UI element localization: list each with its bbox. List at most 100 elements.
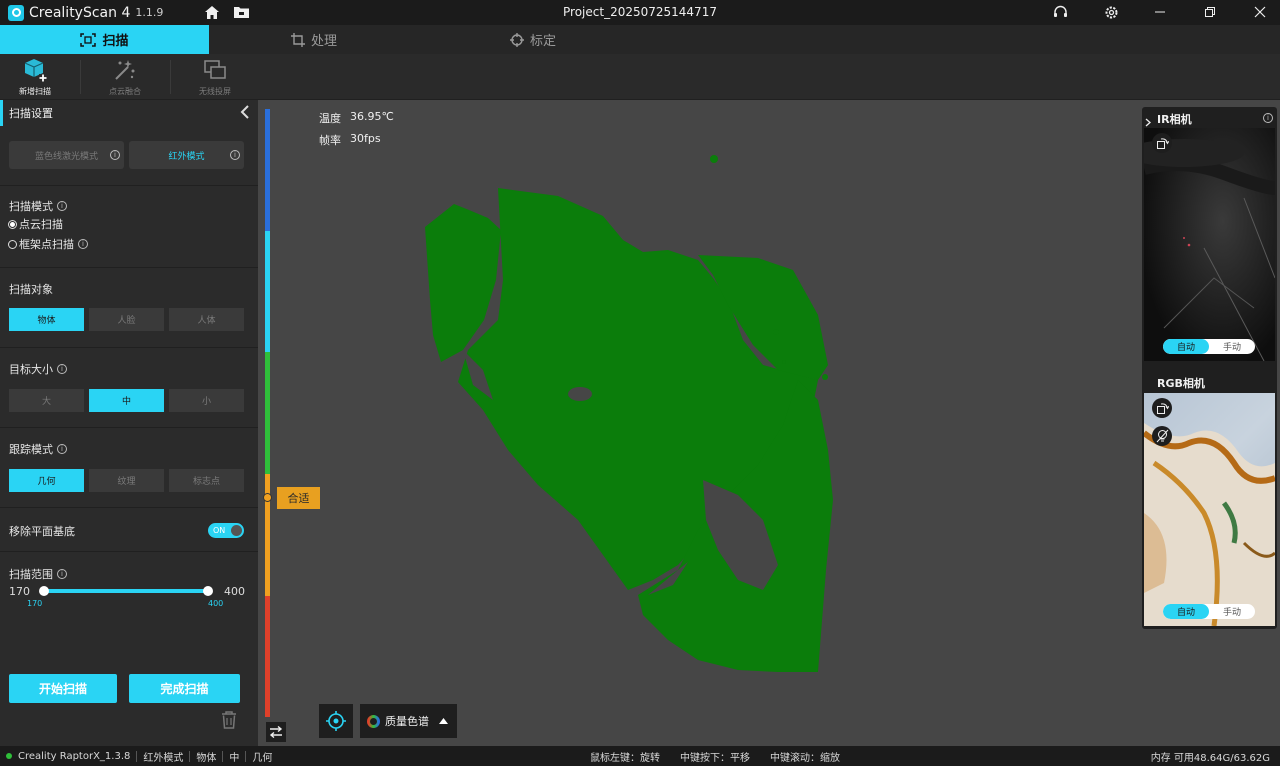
scan-settings-panel: 扫描设置 蓝色线激光模式 i 红外模式 i 扫描模式 i 点云扫描 框架点扫描 … [0,100,258,746]
size-option-small[interactable]: 小 [169,389,244,412]
tool-divider [80,60,81,94]
tab-process-label: 处理 [310,34,337,49]
target-size-label: 目标大小 [9,363,53,376]
tracking-option-geometry[interactable]: 几何 [9,469,84,492]
status-mode: 红外模式 [143,752,184,764]
crosshair-icon [509,32,524,47]
range-max-label: 400 [224,585,245,598]
new-scan-label: 新增扫描 [19,87,51,96]
tracking-option-texture[interactable]: 纹理 [89,469,164,492]
point-cloud-fusion-button[interactable]: 点云融合 [90,57,160,97]
rgb-rotate-icon[interactable] [1152,398,1172,418]
status-divider [245,750,247,762]
info-icon[interactable]: i [57,364,67,374]
headset-icon[interactable] [1051,3,1069,21]
crop-icon [290,32,305,47]
info-icon[interactable]: i [78,239,88,249]
radio-point-cloud-label: 点云扫描 [19,218,63,231]
folder-icon[interactable] [232,3,250,21]
gear-icon[interactable] [1102,3,1120,21]
connection-dot-icon [6,753,12,759]
scan-range-label: 扫描范围 [9,568,53,581]
scan-frame-icon [80,32,97,47]
cube-plus-icon [24,59,47,82]
rgb-auto-option[interactable]: 自动 [1163,604,1209,619]
home-icon[interactable] [203,3,221,21]
info-icon[interactable]: i [1263,113,1273,123]
memory-status: 内存 可用48.64G/63.62G [1150,752,1270,764]
radio-point-cloud-scan[interactable]: 点云扫描 [8,216,63,232]
hint-zoom: 中键滚动：缩放 [770,752,840,764]
color-spectrum-dropdown[interactable]: 质量色谱 [360,704,457,738]
app-name: CrealityScan 4 [29,4,131,21]
new-scan-button[interactable]: 新增扫描 [0,57,70,97]
blue-laser-mode-button[interactable]: 蓝色线激光模式 i [9,141,124,169]
app-logo-icon [8,4,24,21]
locate-view-button[interactable] [319,704,353,738]
section-divider [0,185,258,186]
range-slider-high-handle[interactable] [203,586,213,596]
range-slider-track[interactable] [44,589,208,593]
toggle-state-label: ON [213,526,226,535]
hint-rotate: 鼠标左键：旋转 [590,752,660,764]
ir-manual-option[interactable]: 手动 [1209,339,1255,354]
restore-icon[interactable] [1201,3,1219,21]
status-object: 物体 [196,752,217,764]
trash-icon[interactable] [220,710,238,733]
tab-process[interactable]: 处理 [209,25,419,54]
collapse-panel-icon[interactable] [240,105,250,122]
close-icon[interactable] [1251,3,1269,21]
mode-tab-bar: 扫描 处理 标定 [0,25,1280,54]
blue-laser-mode-label: 蓝色线激光模式 [34,151,98,162]
magic-wand-icon [115,60,135,80]
rgb-camera-title: RGB相机 [1157,377,1205,390]
tab-scan[interactable]: 扫描 [0,25,209,54]
point-cloud-fusion-label: 点云融合 [109,87,141,96]
object-option-body[interactable]: 人体 [169,308,244,331]
range-high-value: 400 [208,599,224,608]
status-divider [222,750,224,762]
title-bar: CrealityScan 4 1.1.9 Project_20250725144… [0,0,1280,25]
ir-rotate-icon[interactable] [1152,133,1172,153]
info-icon[interactable]: i [57,569,67,579]
rgb-manual-option[interactable]: 手动 [1209,604,1255,619]
scan-viewport[interactable]: 合适 温度 36.95℃ 帧率 30fps 质量色谱 [258,100,1280,746]
caret-up-icon [439,718,448,724]
finish-scan-button[interactable]: 完成扫描 [129,674,240,703]
mouse-hints: 鼠标左键：旋转 中键按下：平移 中键滚动：缩放 [590,749,840,764]
start-scan-button[interactable]: 开始扫描 [9,674,117,703]
minimize-icon[interactable] [1151,3,1169,21]
point-cloud-render [425,155,833,672]
tab-calibrate[interactable]: 标定 [428,25,638,54]
color-wheel-icon [367,714,380,728]
radio-frame-point-label: 框架点扫描 [19,238,74,251]
range-slider-low-handle[interactable] [39,586,49,596]
infrared-mode-label: 红外模式 [168,151,205,162]
tracking-option-marker[interactable]: 标志点 [169,469,244,492]
info-icon[interactable]: i [230,150,240,160]
size-option-medium[interactable]: 中 [89,389,164,412]
radio-frame-point-scan[interactable]: 框架点扫描 i [8,236,88,252]
remove-plane-title: 移除平面基底 [9,523,75,539]
remove-plane-label: 移除平面基底 [9,525,75,538]
size-option-large[interactable]: 大 [9,389,84,412]
object-option-face[interactable]: 人脸 [89,308,164,331]
infrared-mode-button[interactable]: 红外模式 i [129,141,244,169]
rgb-exposure-toggle[interactable]: 自动 手动 [1163,604,1255,619]
color-spectrum-label: 质量色谱 [385,715,429,728]
hint-pan: 中键按下：平移 [680,752,750,764]
light-bulb-off-icon[interactable] [1152,426,1172,446]
wireless-cast-button[interactable]: 无线投屏 [180,57,250,97]
device-name: Creality RaptorX_1.3.8 [18,750,131,762]
status-size: 中 [229,752,240,764]
remove-plane-toggle[interactable]: ON [208,523,244,538]
info-icon[interactable]: i [110,150,120,160]
ir-exposure-toggle[interactable]: 自动 手动 [1163,339,1255,354]
info-icon[interactable]: i [57,444,67,454]
object-option-object[interactable]: 物体 [9,308,84,331]
swap-view-icon[interactable] [266,722,286,742]
info-icon[interactable]: i [57,201,67,211]
status-divider [136,750,138,762]
ir-auto-option[interactable]: 自动 [1163,339,1209,354]
target-icon [326,711,346,731]
